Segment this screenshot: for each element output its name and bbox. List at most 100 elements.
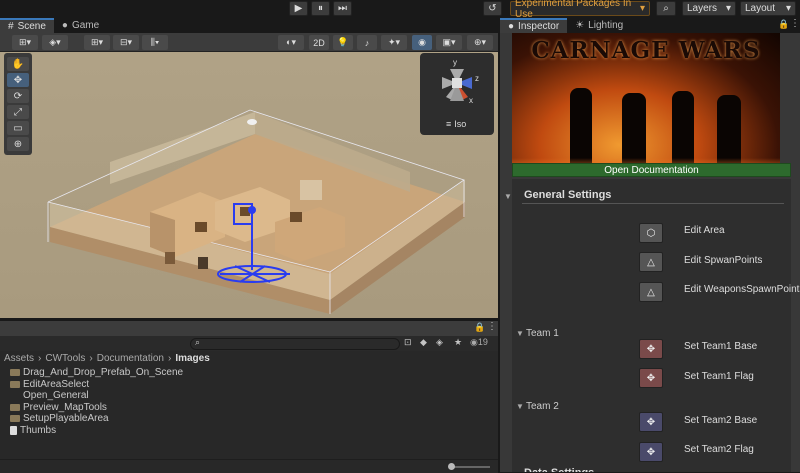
audio-toggle-icon[interactable]: ♪ — [357, 35, 377, 50]
team1-header[interactable]: Team 1 — [526, 328, 559, 339]
projection-toggle[interactable]: ≡ Iso — [446, 119, 466, 129]
tab-label: Scene — [17, 21, 46, 32]
foldout-arrow-icon[interactable]: ▼ — [504, 192, 512, 201]
tab-scene[interactable]: # Scene — [0, 18, 54, 33]
layers-dropdown[interactable]: Layers ▾ — [682, 1, 736, 16]
breadcrumb-item[interactable]: CWTools — [45, 353, 85, 364]
visibility-toggle-icon[interactable]: ◉ — [412, 35, 432, 50]
rotate-tool-icon[interactable]: ⟳ — [7, 89, 29, 103]
file-name: EditAreaSelect — [23, 378, 90, 390]
draw-mode-dropdown[interactable]: ⊞▾ — [12, 35, 38, 50]
breadcrumb-item[interactable]: Assets — [4, 353, 34, 364]
spawn-point-icon: △ — [647, 286, 655, 298]
step-button[interactable]: ⏭ — [333, 1, 352, 16]
chevron-right-icon: › — [89, 353, 93, 364]
axis-z-label: z — [475, 74, 479, 83]
file-name: Drag_And_Drop_Prefab_On_Scene — [23, 367, 184, 379]
zoom-slider-handle[interactable] — [448, 463, 455, 470]
spawn-point-icon: △ — [647, 256, 655, 268]
experimental-packages-dropdown[interactable]: Experimental Packages In Use ▾ — [510, 0, 650, 20]
inspector-tabs: ● Inspector ☀ Lighting 🔒 ⋮ — [500, 18, 800, 33]
set-team1-flag-button[interactable]: ✥ — [639, 368, 663, 388]
increment-snap-dropdown[interactable]: ⊟▾ — [113, 35, 139, 50]
list-item[interactable]: Preview_MapTools — [0, 402, 498, 414]
grid-snap-dropdown[interactable]: ⊞▾ — [84, 35, 110, 50]
edit-area-button[interactable]: ⬡ — [639, 223, 663, 243]
lock-icon[interactable]: 🔒 — [778, 19, 789, 30]
chevron-right-icon: › — [38, 353, 42, 364]
align-dropdown[interactable]: ⫼▾ — [142, 35, 168, 50]
experimental-packages-label: Experimental Packages In Use — [515, 0, 632, 20]
more-options-icon[interactable]: ⋮ — [790, 18, 800, 29]
project-footer — [0, 459, 498, 473]
cube-icon: ⬡ — [646, 227, 656, 239]
lock-icon[interactable]: 🔒 — [474, 322, 485, 333]
breadcrumb-current[interactable]: Images — [175, 353, 209, 364]
move-icon: ✥ — [646, 372, 656, 384]
favorite-icon[interactable]: ★ — [454, 337, 462, 348]
list-item[interactable]: Drag_And_Drop_Prefab_On_Scene — [0, 367, 498, 379]
lighting-toggle-icon[interactable]: 💡 — [333, 35, 353, 50]
chevron-down-icon: ▾ — [785, 3, 791, 14]
open-documentation-button[interactable]: Open Documentation — [512, 163, 791, 177]
tab-inspector[interactable]: ● Inspector — [500, 18, 568, 33]
pause-button[interactable]: ⏸ — [311, 1, 330, 16]
tab-lighting[interactable]: ☀ Lighting — [567, 18, 631, 33]
set-team2-base-button[interactable]: ✥ — [639, 412, 663, 432]
layers-label: Layers — [687, 3, 718, 14]
divider — [522, 203, 784, 204]
breadcrumb-item[interactable]: Documentation — [97, 353, 164, 364]
list-item[interactable]: SetupPlayableArea — [0, 413, 498, 425]
move-tool-icon[interactable]: ✥ — [7, 73, 29, 87]
project-panel: 🔒 ⋮ ⌕ ⊡ ◆ ◈ ★ ◉19 Assets › CWTools › Doc… — [0, 320, 498, 473]
search-icon[interactable]: ⌕ — [656, 1, 676, 16]
set-team1-base-button[interactable]: ✥ — [639, 339, 663, 359]
file-list: Drag_And_Drop_Prefab_On_Scene EditAreaSe… — [0, 365, 498, 436]
data-settings-header[interactable]: Data Settings — [524, 467, 594, 472]
shading-mode-dropdown[interactable]: ◈▾ — [42, 35, 68, 50]
general-settings-header[interactable]: General Settings — [524, 189, 611, 201]
more-options-icon[interactable]: ⋮ — [487, 321, 497, 332]
scene-orientation-gizmo[interactable]: y z x ≡ Iso — [420, 53, 494, 135]
scene-panel: # Scene ● Game ⊞▾ ◈▾ ⊞▾ ⊟▾ ⫼▾ ◐▾ 2D 💡 ♪ … — [0, 18, 498, 318]
team2-header[interactable]: Team 2 — [526, 401, 559, 412]
scene-tabs: # Scene ● Game — [0, 18, 498, 33]
gizmos-dropdown[interactable]: ⊕▾ — [467, 35, 493, 50]
scale-tool-icon[interactable]: ⤢ — [7, 105, 29, 119]
tab-label: Game — [71, 20, 100, 31]
label-filter-icon[interactable]: ◈ — [436, 337, 443, 348]
info-icon: ● — [508, 21, 515, 32]
list-item[interactable]: Thumbs — [0, 425, 498, 437]
image-file-icon — [10, 415, 20, 423]
list-item[interactable]: Open_General — [0, 390, 498, 402]
main-toolbar: ▶ ⏸ ⏭ ↺ Experimental Packages In Use ▾ ⌕… — [0, 0, 800, 20]
edit-weapons-spawnpoints-button[interactable]: △ — [639, 282, 663, 302]
play-button[interactable]: ▶ — [289, 1, 308, 16]
filter-icon[interactable]: ⊡ — [404, 337, 412, 348]
action-label: Edit SpwanPoints — [684, 255, 763, 266]
edit-spawnpoints-button[interactable]: △ — [639, 252, 663, 272]
2d-toggle-button[interactable]: 2D — [309, 35, 329, 50]
transform-tool-icon[interactable]: ⊕ — [7, 137, 29, 151]
foldout-arrow-icon[interactable]: ▼ — [516, 402, 524, 411]
render-mode-dropdown[interactable]: ◐▾ — [278, 35, 304, 50]
layout-dropdown[interactable]: Layout ▾ — [740, 1, 796, 16]
rect-tool-icon[interactable]: ▭ — [7, 121, 29, 135]
effects-dropdown[interactable]: ✦▾ — [381, 35, 407, 50]
action-label: Set Team2 Base — [684, 415, 758, 426]
chevron-down-icon: ▾ — [639, 3, 645, 14]
search-input[interactable]: ⌕ — [190, 337, 400, 350]
type-filter-icon[interactable]: ◆ — [420, 337, 427, 348]
list-item[interactable]: EditAreaSelect — [0, 379, 498, 391]
history-icon[interactable]: ↺ — [483, 1, 502, 16]
axis-y-label: y — [453, 58, 457, 67]
set-team2-flag-button[interactable]: ✥ — [639, 442, 663, 462]
tab-game[interactable]: ● Game — [54, 18, 107, 33]
hand-tool-icon[interactable]: ✋ — [7, 57, 29, 71]
image-file-icon — [10, 392, 20, 399]
zoom-slider[interactable] — [450, 466, 490, 468]
foldout-arrow-icon[interactable]: ▼ — [516, 329, 524, 338]
grid-icon: # — [8, 21, 14, 32]
camera-dropdown[interactable]: ▣▾ — [436, 35, 462, 50]
file-name: Thumbs — [20, 424, 57, 436]
